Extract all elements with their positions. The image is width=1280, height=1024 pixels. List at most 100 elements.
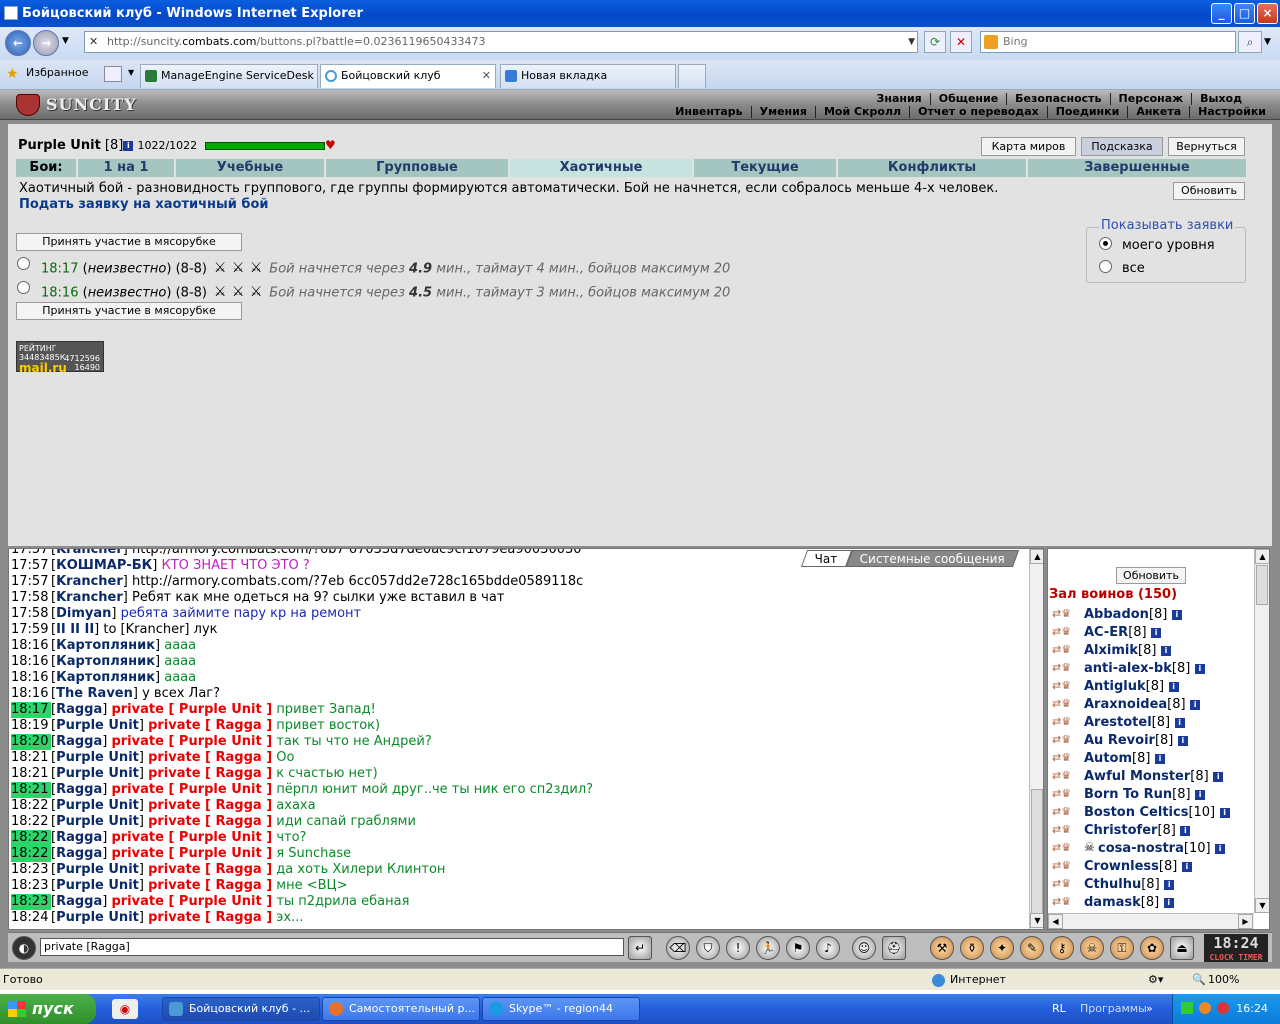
user-list-item[interactable]: ⇄♛ Abbadon[8] i bbox=[1052, 606, 1252, 624]
runner-icon[interactable]: 🏃 bbox=[756, 936, 780, 960]
info-icon[interactable]: i bbox=[1174, 717, 1185, 728]
info-icon[interactable]: i bbox=[1195, 789, 1206, 800]
private-message-icon[interactable]: ⇄♛ bbox=[1052, 805, 1074, 819]
chat-private-tag[interactable]: private [ Ragga ] bbox=[148, 798, 272, 813]
chat-time[interactable]: 18:23 bbox=[11, 878, 51, 894]
refresh-fights-button[interactable]: Обновить bbox=[1173, 182, 1245, 200]
menu-inventory[interactable]: Инвентарь bbox=[667, 106, 750, 118]
info-icon[interactable]: i bbox=[1154, 753, 1165, 764]
menu-settings[interactable]: Настройки bbox=[1189, 106, 1274, 118]
user-list-item[interactable]: ⇄♛ damask[8] i bbox=[1052, 894, 1252, 912]
zoom-level[interactable]: 100% bbox=[1208, 969, 1239, 991]
eraser-icon[interactable]: ⌫ bbox=[666, 936, 690, 960]
chat-time[interactable]: 18:21 bbox=[11, 782, 51, 798]
private-message-icon[interactable]: ⇄♛ bbox=[1052, 751, 1074, 765]
user-list-item[interactable]: ⇄♛ Crownless[8] i bbox=[1052, 858, 1252, 876]
chat-private-tag[interactable]: private [ Ragga ] bbox=[148, 766, 272, 781]
chat-time[interactable]: 18:19 bbox=[11, 718, 51, 734]
chat-private-tag[interactable]: private [ Ragga ] bbox=[148, 750, 272, 765]
chat-time[interactable]: 18:16 bbox=[11, 654, 51, 670]
chat-time[interactable]: 18:22 bbox=[11, 814, 51, 830]
info-icon[interactable]: i bbox=[1177, 735, 1188, 746]
user-name[interactable]: cosa-nostra bbox=[1098, 841, 1184, 856]
user-name[interactable]: Cthulhu bbox=[1084, 877, 1141, 892]
info-icon[interactable]: i bbox=[1181, 861, 1192, 872]
chat-author[interactable]: The Raven bbox=[56, 686, 133, 701]
maximize-button[interactable]: □ bbox=[1234, 3, 1255, 24]
fight-select-radio[interactable] bbox=[17, 257, 30, 270]
user-list-item[interactable]: ⇄♛ Antigluk[8] i bbox=[1052, 678, 1252, 696]
chat-private-tag[interactable]: private [ Purple Unit ] bbox=[111, 702, 272, 717]
private-message-icon[interactable]: ⇄♛ bbox=[1052, 823, 1074, 837]
programs-toolbar[interactable]: Программы bbox=[1080, 994, 1147, 1024]
new-tab-button[interactable] bbox=[678, 64, 706, 88]
private-message-icon[interactable]: ⇄♛ bbox=[1052, 679, 1074, 693]
info-icon[interactable]: i bbox=[1190, 699, 1201, 710]
menu-fights[interactable]: Поединки bbox=[1046, 106, 1128, 118]
sound-icon[interactable]: ♪ bbox=[816, 936, 840, 960]
chat-private-tag[interactable]: private [ Ragga ] bbox=[148, 814, 272, 829]
user-name[interactable]: Arestotel bbox=[1084, 715, 1152, 730]
toolbar-expand-icon[interactable]: » bbox=[1146, 994, 1153, 1024]
chat-time[interactable]: 18:16 bbox=[11, 686, 51, 702]
tray-browser-icon[interactable] bbox=[1199, 1002, 1211, 1014]
exit-icon[interactable]: ⏏ bbox=[1170, 936, 1194, 960]
private-message-icon[interactable]: ⇄♛ bbox=[1052, 607, 1074, 621]
radio-my-level[interactable] bbox=[1099, 237, 1112, 250]
user-list-item[interactable]: ⇄♛ Arestotel[8] i bbox=[1052, 714, 1252, 732]
private-message-icon[interactable]: ⇄♛ bbox=[1052, 841, 1074, 855]
chat-author[interactable]: II II II bbox=[56, 622, 94, 637]
minimize-button[interactable]: _ bbox=[1211, 3, 1232, 24]
close-button[interactable]: × bbox=[1257, 3, 1278, 24]
info-icon[interactable]: i bbox=[1160, 645, 1171, 656]
menu-profile[interactable]: Анкета bbox=[1127, 106, 1189, 118]
chat-time[interactable]: 17:57 bbox=[11, 549, 51, 558]
user-name[interactable]: Araxnoidea bbox=[1084, 697, 1167, 712]
chat-author[interactable]: Ragga bbox=[56, 702, 102, 717]
user-list-item[interactable]: ⇄♛ Araxnoidea[8] i bbox=[1052, 696, 1252, 714]
tab-servicedesk[interactable]: ManageEngine ServiceDesk P... bbox=[140, 64, 318, 88]
menu-my-scroll[interactable]: Мой Скролл bbox=[814, 106, 909, 118]
tab-fight-club[interactable]: Бойцовский клуб ✕ bbox=[320, 64, 496, 88]
user-name[interactable]: Autom bbox=[1084, 751, 1132, 766]
chat-private-tag[interactable]: private [ Ragga ] bbox=[148, 910, 272, 925]
scroll-down-icon[interactable]: ▼ bbox=[1255, 898, 1269, 913]
address-dropdown-icon[interactable]: ▼ bbox=[908, 32, 915, 52]
refresh-icon[interactable]: ⟳ bbox=[924, 31, 946, 53]
chat-author[interactable]: Purple Unit bbox=[56, 862, 139, 877]
scroll-up-icon[interactable]: ▲ bbox=[1255, 549, 1269, 564]
user-list-item[interactable]: ⇄♛ Awful Monster[8] i bbox=[1052, 768, 1252, 786]
chat-private-tag[interactable]: private [ Ragga ] bbox=[148, 878, 272, 893]
quest-icon[interactable]: ✦ bbox=[990, 936, 1014, 960]
chat-private-tag[interactable]: private [ Ragga ] bbox=[148, 718, 272, 733]
world-map-button[interactable]: Карта миров bbox=[981, 137, 1076, 156]
info-icon[interactable]: i bbox=[1151, 627, 1162, 638]
lock-icon[interactable]: ⚿ bbox=[1110, 936, 1134, 960]
suncity-logo[interactable]: SUNCITY bbox=[10, 92, 160, 118]
info-icon[interactable]: i bbox=[1171, 609, 1182, 620]
chat-author[interactable]: Ragga bbox=[56, 894, 102, 909]
fight-select-radio[interactable] bbox=[17, 281, 30, 294]
user-name[interactable]: Boston Celtics bbox=[1084, 805, 1188, 820]
chat-author[interactable]: КОШМАР-БК bbox=[56, 558, 152, 573]
info-icon[interactable]: i bbox=[1215, 843, 1226, 854]
chat-time[interactable]: 17:58 bbox=[11, 606, 51, 622]
info-icon[interactable]: i bbox=[123, 140, 134, 151]
tray-check-icon[interactable] bbox=[1181, 1002, 1193, 1014]
task-fight-club[interactable]: Бойцовский клуб - ... bbox=[162, 997, 320, 1021]
private-message-icon[interactable]: ⇄♛ bbox=[1052, 859, 1074, 873]
forward-button[interactable]: → bbox=[33, 30, 59, 56]
private-message-icon[interactable]: ⇄♛ bbox=[1052, 697, 1074, 711]
users-scrollbar[interactable]: ▲ ▼ bbox=[1254, 549, 1269, 913]
menu-knowledge[interactable]: Знания bbox=[869, 93, 930, 105]
menu-exit[interactable]: Выход bbox=[1191, 93, 1250, 105]
chat-time[interactable]: 18:16 bbox=[11, 638, 51, 654]
protected-mode-icon[interactable]: ⚙▾ bbox=[1148, 969, 1163, 991]
alert-icon[interactable]: ! bbox=[726, 936, 750, 960]
chat-private-tag[interactable]: private [ Purple Unit ] bbox=[111, 830, 272, 845]
user-list-item[interactable]: ⇄♛ Christofer[8] i bbox=[1052, 822, 1252, 840]
tab-training[interactable]: Учебные bbox=[174, 159, 324, 177]
scroll-right-icon[interactable]: ▶ bbox=[1238, 914, 1253, 929]
user-name[interactable]: Crownless bbox=[1084, 859, 1159, 874]
private-message-icon[interactable]: ⇄♛ bbox=[1052, 661, 1074, 675]
